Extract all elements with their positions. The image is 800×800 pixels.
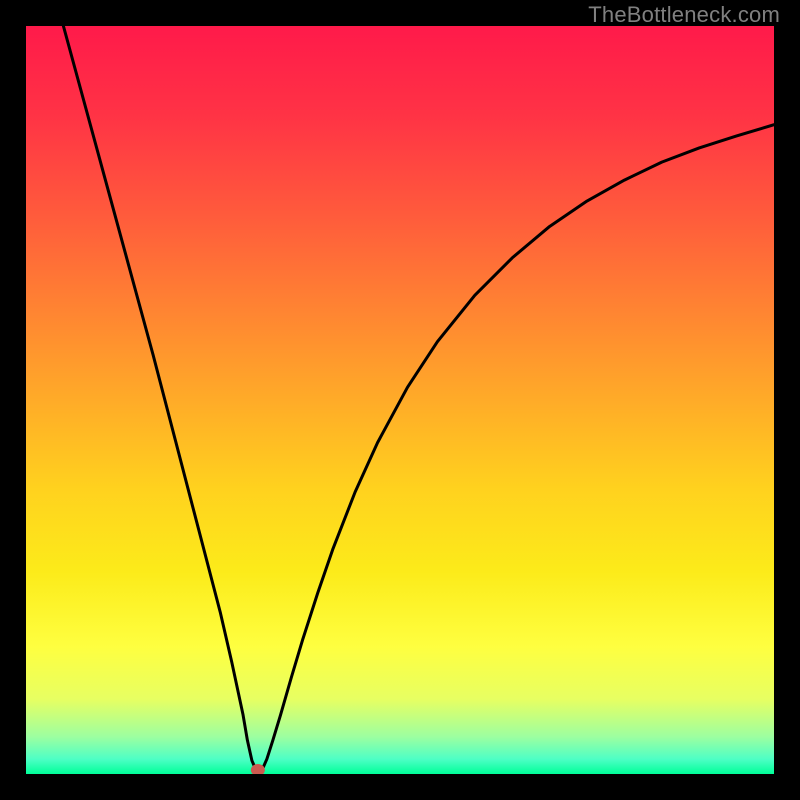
chart-frame: TheBottleneck.com (0, 0, 800, 800)
plot-area (26, 26, 774, 774)
watermark-text: TheBottleneck.com (588, 2, 780, 28)
bottleneck-chart (26, 26, 774, 774)
